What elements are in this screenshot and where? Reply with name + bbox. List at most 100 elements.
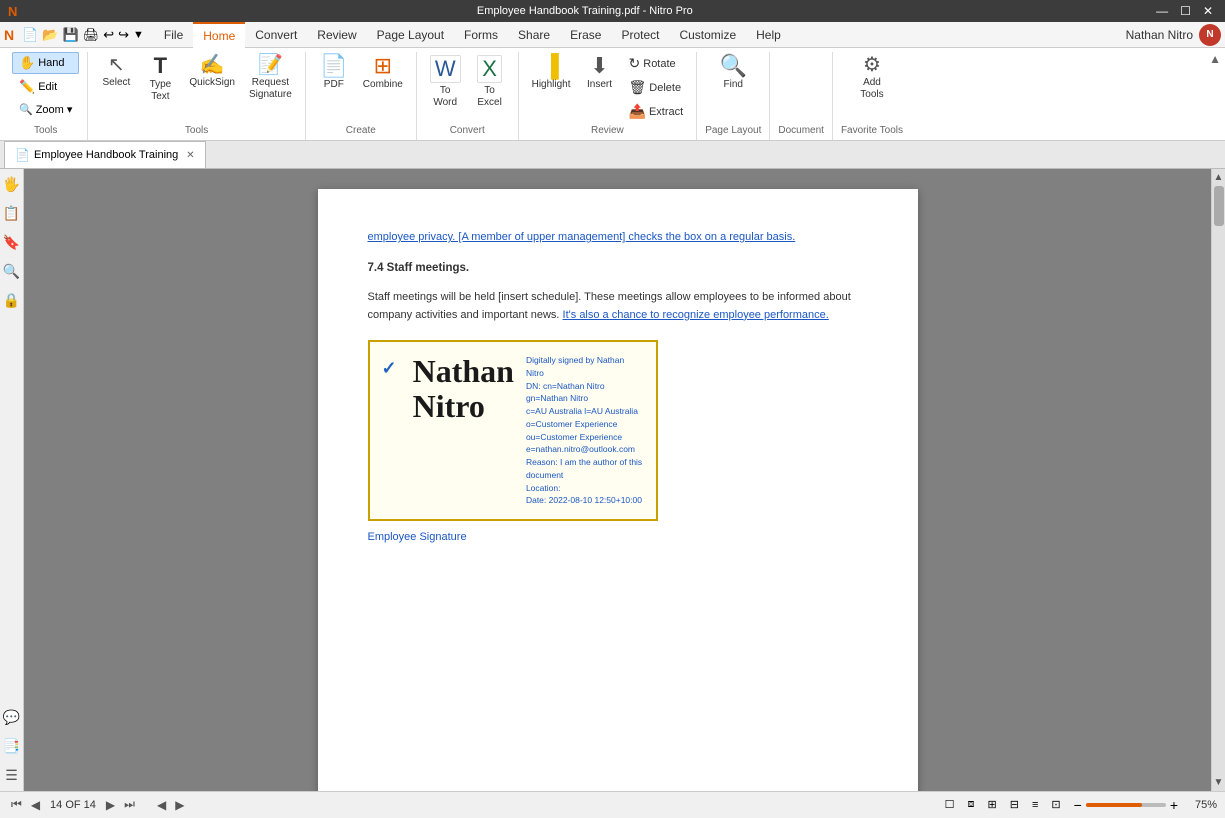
delete-button[interactable]: 🗑 Delete — [624, 76, 689, 99]
title-bar-controls[interactable]: — ☐ ✕ — [1152, 4, 1217, 18]
nav-prev-doc-button[interactable]: ◀ — [154, 797, 169, 813]
sidebar-layers-icon[interactable]: ☰ — [2, 764, 21, 787]
doc-scroll[interactable]: employee privacy. [A member of upper man… — [24, 169, 1211, 791]
add-tools-icon: ⚙ — [863, 55, 881, 75]
sidebar-comments-icon[interactable]: 💬 — [0, 706, 23, 729]
sidebar-attachments-icon[interactable]: 📑 — [0, 735, 23, 758]
to-word-button[interactable]: W ToWord — [425, 52, 466, 112]
pdf-button[interactable]: 📄 PDF — [314, 52, 354, 94]
menu-tabs: File Home Convert Review Page Layout For… — [154, 22, 791, 48]
signature-box: ✓ Nathan Nitro Digitally signed by Natha… — [368, 340, 658, 521]
user-avatar[interactable]: N — [1199, 24, 1221, 46]
ribbon-group-favorite-tools: ⚙ AddTools Favorite Tools — [833, 52, 911, 140]
hand-label: Hand — [38, 57, 64, 69]
tab-home[interactable]: Home — [193, 22, 245, 48]
right-scrollbar[interactable]: ▲ ▼ — [1211, 169, 1225, 791]
tab-convert[interactable]: Convert — [245, 22, 307, 48]
scroll-arrow-up[interactable]: ▲ — [1212, 169, 1225, 186]
extract-button[interactable]: 📤 Extract — [624, 100, 689, 123]
tab-review[interactable]: Review — [307, 22, 366, 48]
ribbon-group-tools2-label: Tools — [96, 123, 296, 136]
redo-icon[interactable]: ↪ — [118, 27, 129, 43]
combine-button[interactable]: ⊞ Combine — [358, 52, 408, 94]
sig-name: Nathan Nitro — [413, 354, 514, 424]
sidebar-search-icon[interactable]: 🔍 — [0, 260, 23, 283]
nav-next-button[interactable]: ▶ — [103, 797, 118, 813]
view-buttons: ☐ ⧈ ⊞ ⊟ ≡ ⊡ — [940, 796, 1066, 813]
sidebar-hand-icon[interactable]: 🖐 — [0, 173, 23, 196]
scroll-track[interactable] — [1212, 186, 1225, 774]
view-single-button[interactable]: ☐ — [940, 796, 960, 813]
request-signature-button[interactable]: 📝 RequestSignature — [244, 52, 297, 104]
doc-para-staff-meetings: Staff meetings will be held [insert sche… — [368, 289, 868, 324]
tab-erase[interactable]: Erase — [560, 22, 611, 48]
maximize-button[interactable]: ☐ — [1176, 4, 1195, 18]
add-tools-button[interactable]: ⚙ AddTools — [852, 52, 892, 104]
view-double-button[interactable]: ⧈ — [963, 796, 980, 813]
nav-prev-button[interactable]: ◀ — [28, 797, 43, 813]
undo-icon[interactable]: ↩ — [103, 27, 114, 43]
hand-button[interactable]: ✋ Hand — [12, 52, 79, 74]
quicksign-button[interactable]: ✍ QuickSign — [184, 52, 240, 92]
ribbon-collapse-button[interactable]: ▲ — [1209, 52, 1221, 66]
customize-qat-icon[interactable]: ▼ — [133, 29, 144, 41]
sig-detail-c: c=AU Australia l=AU Australia — [526, 405, 644, 418]
rotate-button[interactable]: ↻ Rotate — [624, 52, 689, 75]
edit-button[interactable]: ✏️ Edit — [12, 76, 79, 98]
ribbon-group-convert: W ToWord X ToExcel Convert — [417, 52, 519, 140]
doc-tab-title: Employee Handbook Training — [34, 149, 178, 161]
view-fit-button[interactable]: ⊡ — [1046, 796, 1065, 813]
sidebar-pages-icon[interactable]: 📋 — [0, 202, 23, 225]
sig-checkmark-icon: ✓ — [382, 358, 397, 378]
tab-help[interactable]: Help — [746, 22, 791, 48]
tab-forms[interactable]: Forms — [454, 22, 508, 48]
close-button[interactable]: ✕ — [1199, 4, 1217, 18]
highlight-button[interactable]: ▐ Highlight — [527, 52, 576, 94]
print-icon[interactable]: 🖨 — [83, 27, 100, 43]
tab-page-layout[interactable]: Page Layout — [367, 22, 454, 48]
find-button[interactable]: 🔍 Find — [713, 52, 753, 94]
sig-name-area: Nathan Nitro — [413, 354, 514, 424]
tab-customize[interactable]: Customize — [669, 22, 746, 48]
ribbon-group-document-label: Document — [778, 123, 824, 136]
view-grid4-button[interactable]: ⊟ — [1005, 796, 1024, 813]
extract-icon: 📤 — [629, 103, 646, 120]
ribbon-group-favorite-tools-label: Favorite Tools — [841, 123, 903, 136]
extract-label: Extract — [649, 106, 683, 118]
tab-share[interactable]: Share — [508, 22, 560, 48]
nav-last-button[interactable]: ⏭ — [121, 796, 138, 813]
zoom-button[interactable]: 🔍 Zoom ▾ — [12, 100, 79, 119]
title-bar-title: Employee Handbook Training.pdf - Nitro P… — [17, 5, 1152, 17]
zoom-slider[interactable] — [1086, 803, 1166, 807]
minimize-button[interactable]: — — [1152, 4, 1172, 18]
zoom-area: − + 75% — [1074, 797, 1217, 813]
nav-next-doc-button[interactable]: ▶ — [172, 797, 187, 813]
select-button[interactable]: ↖ Select — [96, 52, 136, 92]
sidebar-bookmarks-icon[interactable]: 🔖 — [0, 231, 23, 254]
save-icon[interactable]: 💾 — [63, 27, 79, 43]
delete-icon: 🗑 — [629, 79, 647, 96]
type-text-button[interactable]: T TypeText — [140, 52, 180, 106]
zoom-minus-button[interactable]: − — [1074, 797, 1082, 813]
doc-tab-close-button[interactable]: ✕ — [186, 150, 194, 161]
new-icon[interactable]: 📄 — [22, 27, 38, 43]
open-icon[interactable]: 📂 — [42, 27, 58, 43]
nav-first-button[interactable]: ⏮ — [8, 796, 25, 813]
type-text-label: TypeText — [150, 79, 172, 103]
zoom-plus-button[interactable]: + — [1170, 797, 1178, 813]
tab-file[interactable]: File — [154, 22, 193, 48]
add-tools-label: AddTools — [860, 77, 883, 101]
scroll-arrow-down[interactable]: ▼ — [1212, 774, 1225, 791]
highlight-label: Highlight — [532, 79, 571, 91]
to-excel-button[interactable]: X ToExcel — [470, 52, 510, 112]
doc-tab-handbook[interactable]: 📄 Employee Handbook Training ✕ — [4, 141, 206, 168]
view-grid2-button[interactable]: ⊞ — [983, 796, 1002, 813]
view-scroll-button[interactable]: ≡ — [1027, 796, 1043, 813]
scroll-thumb[interactable] — [1214, 186, 1224, 226]
sidebar-security-icon[interactable]: 🔒 — [0, 289, 23, 312]
sig-name-1: Nathan — [413, 353, 514, 389]
ribbon-group-create-items: 📄 PDF ⊞ Combine — [314, 52, 408, 123]
tab-protect[interactable]: Protect — [611, 22, 669, 48]
insert-button[interactable]: ⬇ Insert — [580, 52, 620, 94]
doc-area: employee privacy. [A member of upper man… — [24, 169, 1211, 791]
